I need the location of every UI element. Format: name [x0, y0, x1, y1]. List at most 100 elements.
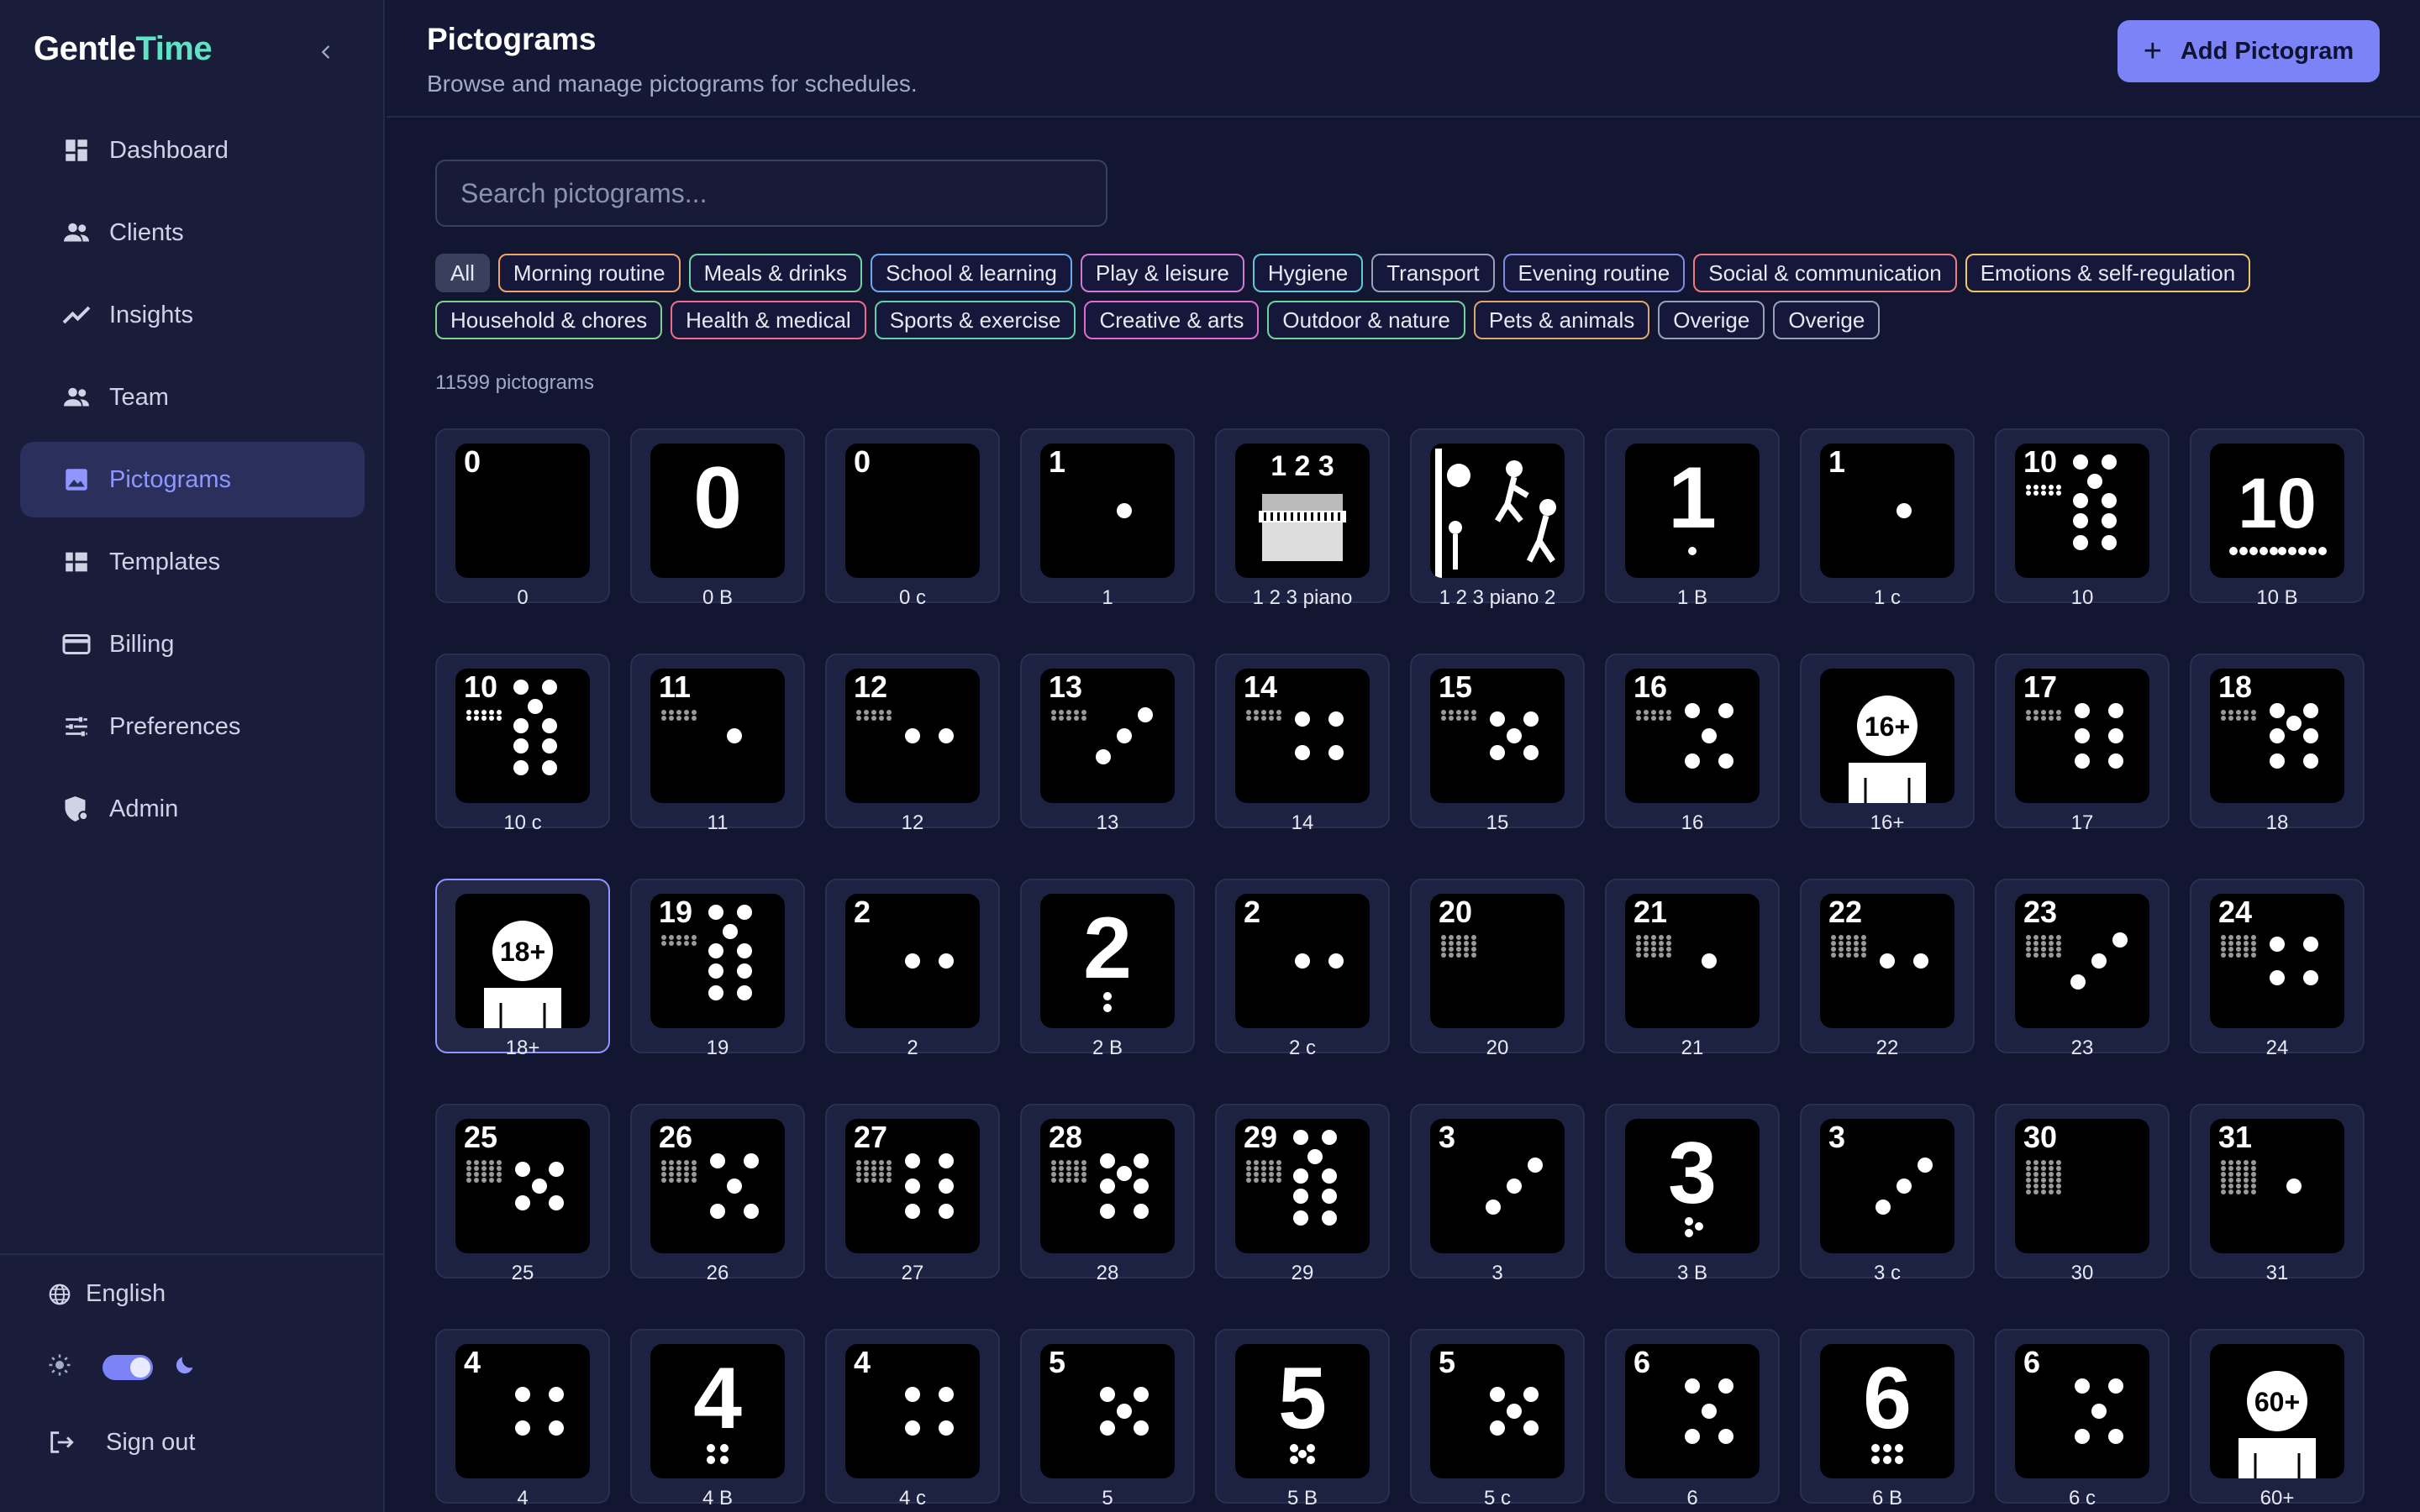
pictogram-card[interactable]: 13 13	[1020, 654, 1195, 834]
pictogram-card[interactable]: 30 30	[1995, 1104, 2170, 1284]
pictogram-card[interactable]: 16+ 16+	[1800, 654, 1975, 834]
sidebar-item-preferences[interactable]: Preferences	[20, 689, 365, 764]
filter-chip[interactable]: Morning routine	[497, 254, 681, 292]
pictogram-label: 16	[1681, 811, 1704, 834]
pictogram-card[interactable]: 4 4 B	[630, 1329, 805, 1509]
pictogram-card[interactable]: 1 2 3 1 2 3 piano	[1215, 428, 1390, 609]
sign-out-label: Sign out	[106, 1428, 196, 1456]
pictogram-card[interactable]: 14 14	[1215, 654, 1390, 834]
pictogram-card[interactable]: 2 2	[825, 879, 1000, 1059]
pictogram-card[interactable]: 18 18	[2190, 654, 2365, 834]
filter-chip[interactable]: Transport	[1371, 254, 1495, 292]
pictogram-card[interactable]: 31 31	[2190, 1104, 2365, 1284]
pictogram-card[interactable]: 12 12	[825, 654, 1000, 834]
pictogram-card[interactable]: 5 5 c	[1410, 1329, 1585, 1509]
pictogram-card[interactable]: 0 0 c	[825, 428, 1000, 609]
sidebar-item-team[interactable]: Team	[20, 360, 365, 435]
pictogram-card[interactable]: 6 6 B	[1800, 1329, 1975, 1509]
pictogram-card[interactable]: 26 26	[630, 1104, 805, 1284]
pictogram-card[interactable]: 27 27	[825, 1104, 1000, 1284]
filter-chip[interactable]: Sports & exercise	[874, 301, 1076, 339]
pictogram-card[interactable]: 1 1	[1020, 428, 1195, 609]
filter-chip[interactable]: Outdoor & nature	[1267, 301, 1465, 339]
logout-icon	[47, 1428, 76, 1457]
filter-chip[interactable]: Pets & animals	[1473, 301, 1650, 339]
svg-text:0: 0	[464, 444, 481, 479]
pictogram-card[interactable]: 60+ 60+	[2190, 1329, 2365, 1509]
sidebar-item-admin[interactable]: Admin	[20, 771, 365, 847]
pictogram-card[interactable]: 10 10 c	[435, 654, 610, 834]
filter-chip[interactable]: Play & leisure	[1080, 254, 1244, 292]
pictogram-card[interactable]: 4 4	[435, 1329, 610, 1509]
theme-switcher[interactable]	[47, 1352, 197, 1382]
pictogram-grid: 0 00 0 B0 0 c1 11 2 3 1 2 3 piano 1 2 3 …	[435, 428, 2365, 1509]
filter-chip[interactable]: Hygiene	[1252, 254, 1364, 292]
pictogram-card[interactable]: 29 29	[1215, 1104, 1390, 1284]
pictogram-image: 31	[2210, 1119, 2344, 1253]
pictogram-card[interactable]: 2 2 B	[1020, 879, 1195, 1059]
pictogram-card[interactable]: 2 2 c	[1215, 879, 1390, 1059]
pictogram-card[interactable]: 3 3	[1410, 1104, 1585, 1284]
filter-chip[interactable]: Creative & arts	[1084, 301, 1260, 339]
filter-chip[interactable]: All	[435, 254, 490, 292]
pictogram-card[interactable]: 22 22	[1800, 879, 1975, 1059]
pictogram-card[interactable]: 17 17	[1995, 654, 2170, 834]
pictogram-card[interactable]: 0 0	[435, 428, 610, 609]
pictogram-card[interactable]: 20 20	[1410, 879, 1585, 1059]
filter-chip[interactable]: Evening routine	[1502, 254, 1686, 292]
pictogram-card[interactable]: 23 23	[1995, 879, 2170, 1059]
pictogram-card[interactable]: 11 11	[630, 654, 805, 834]
pictogram-label: 13	[1096, 811, 1119, 834]
brand-logo[interactable]: GentleTime	[34, 30, 213, 68]
filter-chip[interactable]: Overige	[1658, 301, 1765, 339]
sign-out-button[interactable]: Sign out	[47, 1428, 195, 1457]
pictogram-card[interactable]: 16 16	[1605, 654, 1780, 834]
pictogram-card[interactable]: 1 1 B	[1605, 428, 1780, 609]
pictogram-card[interactable]: 5 5 B	[1215, 1329, 1390, 1509]
svg-text:5: 5	[1049, 1345, 1065, 1379]
filter-chip[interactable]: Health & medical	[671, 301, 866, 339]
add-pictogram-button[interactable]: + Add Pictogram	[2118, 20, 2380, 82]
pictogram-card[interactable]: 6 6	[1605, 1329, 1780, 1509]
pictogram-card[interactable]: 15 15	[1410, 654, 1585, 834]
pictogram-label: 27	[901, 1262, 924, 1284]
svg-text:18: 18	[2218, 669, 2252, 704]
pictogram-image: 27	[845, 1119, 980, 1253]
pictogram-image: 4	[455, 1344, 590, 1478]
filter-chip[interactable]: Meals & drinks	[688, 254, 863, 292]
number-17-dots: 17	[2023, 669, 2123, 769]
sidebar-item-dashboard[interactable]: Dashboard	[20, 113, 365, 188]
filter-chip[interactable]: School & learning	[871, 254, 1072, 292]
pictogram-card[interactable]: 4 4 c	[825, 1329, 1000, 1509]
pictogram-card[interactable]: 10 10	[1995, 428, 2170, 609]
svg-text:10: 10	[464, 669, 497, 704]
pictogram-card[interactable]: 21 21	[1605, 879, 1780, 1059]
sidebar-item-templates[interactable]: Templates	[20, 524, 365, 600]
pictogram-card[interactable]: 5 5	[1020, 1329, 1195, 1509]
sidebar-item-insights[interactable]: Insights	[20, 277, 365, 353]
pictogram-card[interactable]: 6 6 c	[1995, 1329, 2170, 1509]
sidebar-item-clients[interactable]: Clients	[20, 195, 365, 270]
sidebar-item-billing[interactable]: Billing	[20, 606, 365, 682]
pictogram-card[interactable]: 3 3 B	[1605, 1104, 1780, 1284]
pictogram-card[interactable]: 28 28	[1020, 1104, 1195, 1284]
language-selector[interactable]: English	[47, 1280, 166, 1308]
pictogram-card[interactable]: 10 10 B	[2190, 428, 2365, 609]
theme-toggle[interactable]	[103, 1354, 153, 1380]
pictogram-card[interactable]: 1 1 c	[1800, 428, 1975, 609]
pictogram-card[interactable]: 3 3 c	[1800, 1104, 1975, 1284]
filter-chip[interactable]: Emotions & self-regulation	[1965, 254, 2251, 292]
collapse-sidebar-button[interactable]	[311, 37, 341, 67]
filter-chip[interactable]: Overige	[1773, 301, 1881, 339]
filter-chip[interactable]: Household & chores	[435, 301, 663, 339]
search-input[interactable]	[435, 160, 1107, 227]
sidebar-item-pictograms[interactable]: Pictograms	[20, 442, 365, 517]
pictogram-card[interactable]: 24 24	[2190, 879, 2365, 1059]
pictogram-card[interactable]: 0 0 B	[630, 428, 805, 609]
number-26-dots: 26	[659, 1120, 759, 1219]
pictogram-card[interactable]: 25 25	[435, 1104, 610, 1284]
pictogram-card[interactable]: 19 19	[630, 879, 805, 1059]
filter-chip[interactable]: Social & communication	[1693, 254, 1957, 292]
pictogram-card[interactable]: 1 2 3 piano 2	[1410, 428, 1585, 609]
pictogram-card[interactable]: 18+ 18+	[435, 879, 610, 1059]
